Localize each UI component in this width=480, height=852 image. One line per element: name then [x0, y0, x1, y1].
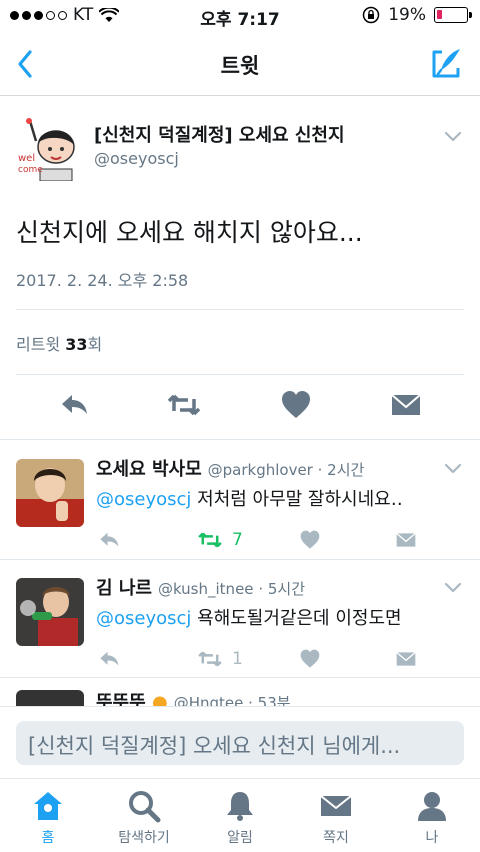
author-name[interactable]: [신천지 덕질계정] 오세요 신천지 [94, 121, 345, 147]
author-meta: @kush_itnee · 5시간 [158, 580, 305, 598]
tab-me[interactable]: 나 [384, 789, 480, 849]
retweet-icon[interactable] [166, 387, 202, 423]
reply-tweet-partial[interactable]: 뚜뚜뚜 ● @Hngtee · 53분 [0, 678, 480, 708]
tweet-timestamp: 2017. 2. 24. 오후 2:58 [16, 271, 189, 290]
retweet-label: 리트윗 [16, 335, 66, 354]
message-button[interactable] [394, 527, 418, 553]
avatar[interactable]: wel come [16, 117, 80, 181]
chevron-down-icon[interactable] [444, 131, 462, 143]
reply-author[interactable]: 김 나르 @kush_itnee · 5시간 [96, 574, 305, 600]
direct-message-icon [396, 532, 416, 547]
retweet-count-unit: 회 [87, 335, 103, 354]
battery-percent: 19% [388, 5, 426, 25]
profile-icon [418, 792, 446, 821]
reply-body: 욕해도될거같은데 이정도면 [191, 608, 402, 629]
photo-avatar-image [16, 459, 84, 527]
cartoon-avatar-image: wel come [16, 117, 80, 181]
envelope-icon [320, 795, 352, 816]
tab-label: 홈 [41, 830, 55, 846]
tweet-actions [0, 387, 480, 427]
battery-area: 19% [362, 5, 472, 25]
retweet-button[interactable]: 7 [196, 527, 243, 553]
reply-button[interactable] [96, 527, 122, 553]
tab-bar: 홈 탐색하기 알림 쪽지 나 [0, 778, 480, 852]
retweet-count-value: 33 [65, 335, 88, 354]
retweet-icon [198, 651, 222, 667]
retweet-icon [198, 532, 222, 548]
divider [16, 309, 464, 310]
chevron-down-icon[interactable] [444, 463, 462, 475]
photo-avatar-image [16, 578, 84, 646]
reply-button[interactable] [96, 646, 122, 672]
author-name: 오세요 박사모 [96, 459, 202, 480]
compose-tweet-icon[interactable] [426, 44, 466, 84]
reply-composer-bar: [신천지 덕질계정] 오세요 신천지 님에게... [0, 706, 480, 778]
like-heart-icon[interactable] [278, 387, 314, 423]
main-tweet: wel come [신천지 덕질계정] 오세요 신천지 @oseyoscj 신천… [0, 97, 480, 440]
like-heart-icon [300, 530, 320, 549]
retweet-count: 7 [232, 530, 243, 550]
retweet-count-summary[interactable]: 리트윗 33회 [16, 331, 102, 355]
reply-body: 저처럼 아무말 잘하시네요‥ [191, 489, 403, 510]
author-meta: @parkghlover · 2시간 [208, 461, 365, 479]
page-title: 트윗 [220, 54, 260, 78]
like-button[interactable] [298, 646, 322, 672]
tab-explore[interactable]: 탐색하기 [96, 789, 192, 849]
status-bar: KT 오후 7:17 19% [0, 0, 480, 32]
mention-link[interactable]: @oseyoscj [96, 608, 191, 629]
bell-icon [227, 792, 253, 821]
divider [16, 374, 464, 375]
reply-author[interactable]: 오세요 박사모 @parkghlover · 2시간 [96, 455, 364, 481]
reply-icon [100, 532, 119, 547]
retweet-count: 1 [232, 649, 243, 669]
chevron-down-icon[interactable] [444, 582, 462, 594]
home-icon [34, 792, 62, 820]
reply-text: @oseyoscj 욕해도될거같은데 이정도면 [96, 604, 402, 630]
mention-link[interactable]: @oseyoscj [96, 489, 191, 510]
reply-actions: 7 [96, 527, 436, 557]
reply-author[interactable]: 뚜뚜뚜 ● @Hngtee · 53분 [96, 688, 291, 708]
tab-messages[interactable]: 쪽지 [288, 789, 384, 849]
like-heart-icon [300, 649, 320, 668]
reply-icon[interactable] [56, 387, 92, 423]
svg-text:wel: wel [18, 153, 35, 164]
tab-label: 나 [425, 830, 439, 846]
avatar[interactable] [16, 459, 84, 527]
reply-tweet[interactable]: 김 나르 @kush_itnee · 5시간 @oseyoscj 욕해도될거같은데… [0, 560, 480, 678]
svg-text:come: come [18, 165, 43, 175]
reply-tweet[interactable]: 오세요 박사모 @parkghlover · 2시간 @oseyoscj 저처럼 … [0, 441, 480, 560]
tweet-text: 신천지에 오세요 해치지 않아요... [16, 218, 363, 247]
search-icon [129, 791, 161, 823]
tab-label: 알림 [227, 830, 253, 846]
like-button[interactable] [298, 527, 322, 553]
battery-level [437, 10, 442, 19]
navigation-bar: 트윗 [0, 32, 480, 96]
reply-actions: 1 [96, 646, 436, 676]
tab-notifications[interactable]: 알림 [192, 789, 288, 849]
tab-home[interactable]: 홈 [0, 789, 96, 849]
direct-message-icon [396, 651, 416, 666]
author-handle[interactable]: @oseyoscj [94, 149, 179, 168]
tab-label: 쪽지 [323, 830, 349, 846]
author-name: 김 나르 [96, 578, 152, 599]
reply-time: · 5시간 [258, 580, 305, 598]
reply-text: @oseyoscj 저처럼 아무말 잘하시네요‥ [96, 485, 403, 511]
tab-label: 탐색하기 [118, 830, 170, 846]
retweet-button[interactable]: 1 [196, 646, 243, 672]
author-handle: @parkghlover [207, 461, 313, 479]
battery-icon [434, 7, 472, 23]
reply-input[interactable]: [신천지 덕질계정] 오세요 신천지 님에게... [16, 721, 464, 765]
direct-message-icon[interactable] [388, 387, 424, 423]
reply-icon [100, 651, 119, 666]
reply-time: · 2시간 [317, 461, 365, 479]
message-button[interactable] [394, 646, 418, 672]
avatar[interactable] [16, 578, 84, 646]
rotation-lock-icon [362, 6, 380, 24]
author-handle: @kush_itnee [157, 580, 254, 598]
